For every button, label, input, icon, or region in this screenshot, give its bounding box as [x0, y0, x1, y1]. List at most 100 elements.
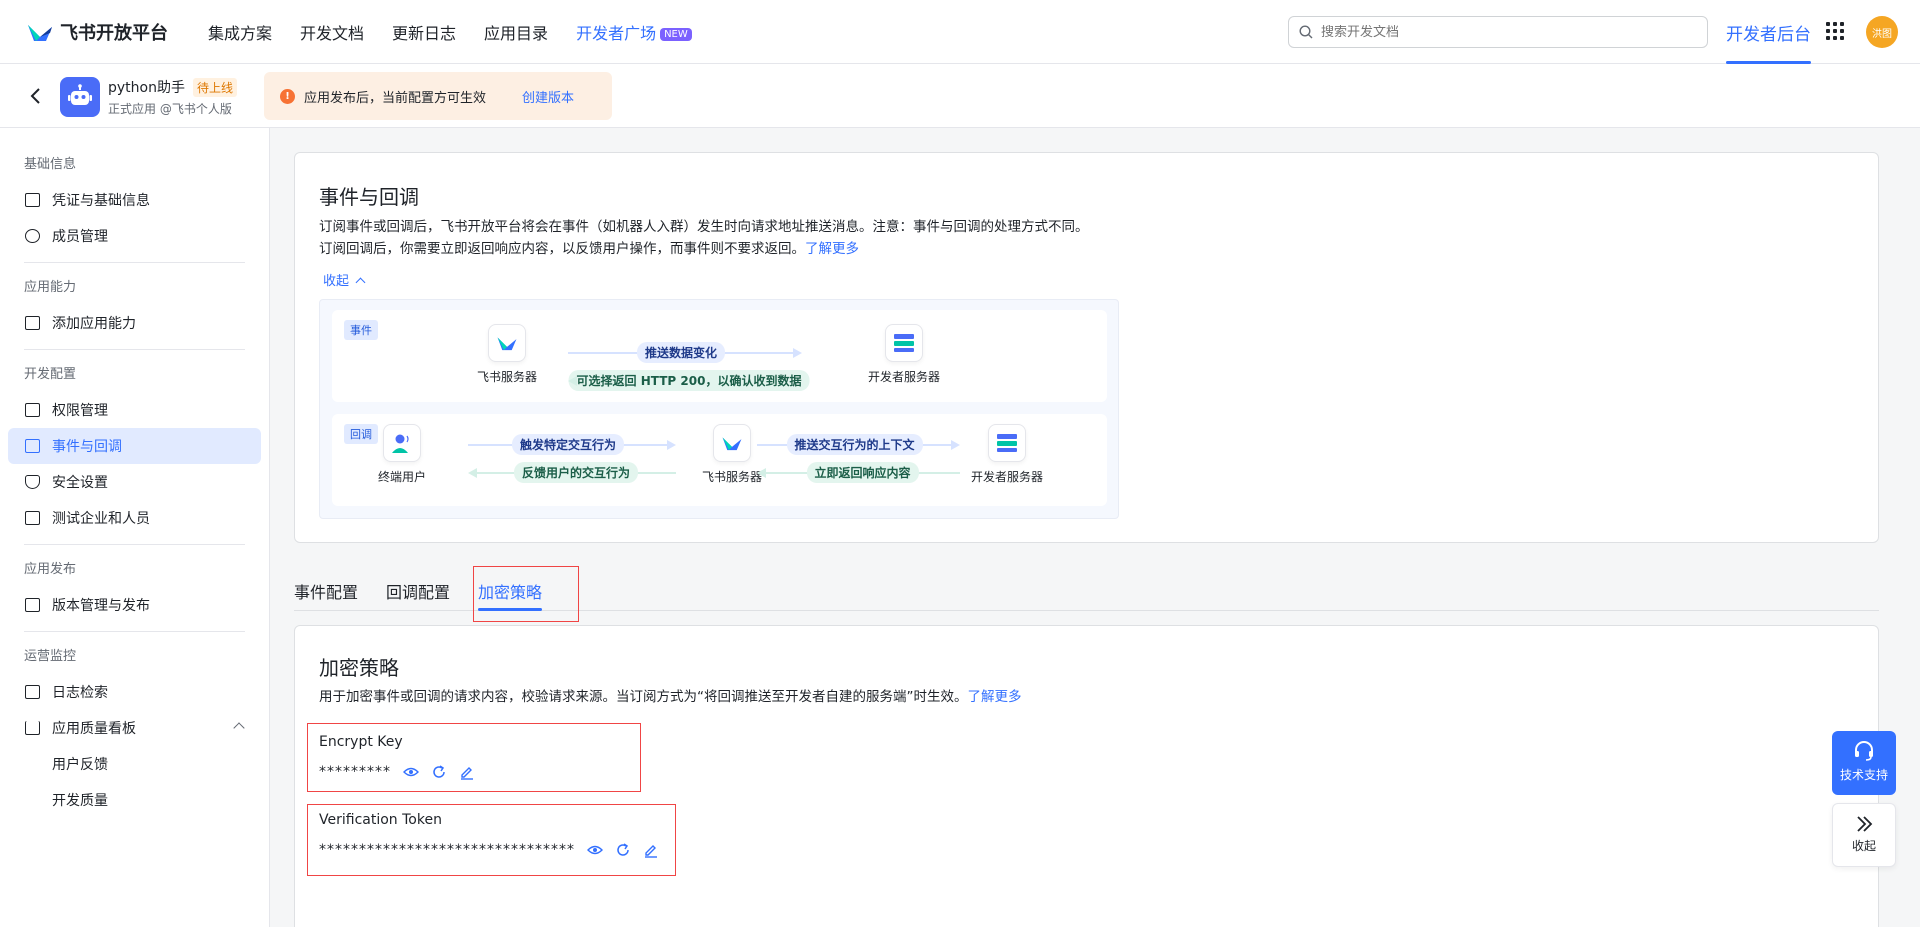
sidebar-item-test-enterprise[interactable]: 测试企业和人员 — [8, 500, 261, 536]
search-box[interactable] — [1288, 16, 1708, 48]
feishu-logo-icon — [26, 21, 54, 43]
push-context-arrow: 推送交互行为的上下文 — [757, 434, 960, 455]
search-icon — [1299, 25, 1313, 39]
highlight-box-verification-token — [307, 804, 676, 876]
developer-plaza-label: 开发者广场 — [576, 23, 657, 43]
highlight-box-encrypt-key — [307, 723, 641, 792]
learn-more-link[interactable]: 了解更多 — [805, 241, 859, 257]
double-chevron-right-icon — [1857, 816, 1873, 832]
release-notice: ! 应用发布后，当前配置方可生效 创建版本 — [264, 72, 612, 120]
sidebar-item-user-feedback[interactable]: 用户反馈 — [8, 746, 261, 782]
return-response-arrow: 立即返回响应内容 — [757, 462, 960, 483]
description-text: 用于加密事件或回调的请求内容，校验请求来源。当订阅方式为“将回调推送至开发者自建… — [319, 689, 968, 705]
credentials-icon — [25, 193, 40, 207]
event-add-icon — [25, 439, 40, 453]
create-version-link[interactable]: 创建版本 — [522, 87, 574, 106]
new-badge: NEW — [660, 27, 692, 41]
feishu-logo-icon — [713, 424, 751, 462]
bar-chart-icon — [25, 721, 40, 735]
back-arrow-icon[interactable] — [26, 86, 46, 106]
encryption-description: 用于加密事件或回调的请求内容，校验请求来源。当订阅方式为“将回调推送至开发者自建… — [319, 686, 1319, 708]
sidebar-item-quality-dashboard[interactable]: 应用质量看板 — [8, 710, 261, 746]
nav-item-docs[interactable]: 开发文档 — [300, 20, 364, 44]
sidebar-item-label: 测试企业和人员 — [52, 511, 150, 527]
robot-app-icon — [60, 77, 100, 117]
sidebar-group-release: 应用发布 — [24, 562, 77, 577]
server-icon — [988, 424, 1026, 462]
developer-console-link[interactable]: 开发者后台 — [1726, 0, 1811, 64]
tab-callback-config[interactable]: 回调配置 — [386, 579, 450, 603]
sidebar-item-label: 应用质量看板 — [52, 721, 136, 737]
avatar[interactable]: 洪图 — [1866, 16, 1898, 48]
arrow-label: 推送交互行为的上下文 — [786, 434, 923, 455]
chevron-up-icon[interactable] — [233, 722, 245, 734]
status-badge: 待上线 — [192, 78, 237, 97]
developer-console-label: 开发者后台 — [1726, 24, 1811, 45]
app-name: python助手 待上线 — [108, 77, 237, 97]
sidebar-item-dev-quality[interactable]: 开发质量 — [8, 782, 261, 818]
apps-add-icon — [25, 316, 40, 330]
sidebar-item-members[interactable]: 成员管理 — [8, 218, 261, 254]
tab-event-config[interactable]: 事件配置 — [294, 579, 358, 603]
node-label: 飞书服务器 — [476, 370, 537, 384]
search-input[interactable] — [1321, 24, 1691, 40]
arrow-label: 推送数据变化 — [636, 342, 726, 363]
developer-server-node: 开发者服务器 — [957, 424, 1057, 485]
node-label: 开发者服务器 — [867, 370, 940, 384]
sidebar-item-label: 安全设置 — [52, 475, 108, 491]
collapse-toggle[interactable]: 收起 — [323, 270, 366, 289]
sidebar-item-log-search[interactable]: 日志检索 — [8, 674, 261, 710]
tech-support-button[interactable]: 技术支持 — [1832, 731, 1896, 795]
nav-item-app-directory[interactable]: 应用目录 — [484, 20, 548, 44]
sidebar-group-capabilities: 应用能力 — [24, 280, 77, 295]
upload-icon — [25, 598, 40, 612]
description-line-1: 订阅事件或回调后，飞书开放平台将会在事件（如机器人入群）发生时向请求地址推送消息… — [319, 219, 1089, 235]
sidebar-item-label: 事件与回调 — [52, 439, 122, 455]
headset-icon — [1855, 741, 1873, 761]
sidebar-group-dev-config: 开发配置 — [24, 367, 77, 382]
arrow-label: 可选择返回 HTTP 200，以确认收到数据 — [568, 370, 810, 391]
feishu-logo-icon — [488, 324, 526, 362]
sidebar-item-security[interactable]: 安全设置 — [8, 464, 261, 500]
sidebar: 基础信息 凭证与基础信息 成员管理 应用能力 添加应用能力 开发配置 权限管理 … — [0, 128, 270, 927]
logo[interactable]: 飞书开放平台 — [26, 19, 208, 45]
arrow-label: 立即返回响应内容 — [806, 462, 919, 483]
collapse-label: 收起 — [1851, 839, 1876, 853]
node-label: 飞书服务器 — [701, 470, 762, 484]
lock-icon — [25, 403, 40, 417]
sidebar-item-label: 权限管理 — [52, 403, 108, 419]
sidebar-group-basic: 基础信息 — [24, 157, 77, 172]
notice-text: 应用发布后，当前配置方可生效 — [304, 90, 487, 106]
nav-item-developer-plaza[interactable]: 开发者广场 NEW — [576, 20, 692, 44]
sidebar-item-label: 版本管理与发布 — [52, 598, 150, 614]
trigger-arrow: 触发特定交互行为 — [468, 434, 676, 455]
sidebar-item-versions[interactable]: 版本管理与发布 — [8, 587, 261, 623]
flow-diagram: 事件 飞书服务器 推送数据变化 可选择返回 HTTP 200，以确认收到数据 开… — [319, 299, 1119, 519]
sidebar-item-credentials[interactable]: 凭证与基础信息 — [8, 182, 261, 218]
sidebar-item-label: 用户反馈 — [52, 757, 108, 773]
nav-item-solutions[interactable]: 集成方案 — [208, 20, 272, 44]
description-line-2: 订阅回调后，你需要立即返回响应内容，以反馈用户操作，而事件则不要求返回。 — [319, 241, 805, 257]
logo-text: 飞书开放平台 — [60, 22, 168, 44]
sidebar-item-events[interactable]: 事件与回调 — [8, 428, 261, 464]
sidebar-item-permissions[interactable]: 权限管理 — [8, 392, 261, 428]
arrow-label: 触发特定交互行为 — [511, 434, 625, 455]
nav-item-changelog[interactable]: 更新日志 — [392, 20, 456, 44]
user-add-icon — [25, 229, 40, 243]
node-label: 开发者服务器 — [970, 470, 1043, 484]
shield-icon — [25, 475, 40, 489]
feishu-server-node: 飞书服务器 — [682, 424, 782, 485]
end-user-node: 终端用户 — [352, 424, 452, 485]
developer-server-node: 开发者服务器 — [854, 324, 954, 385]
sidebar-item-add-capability[interactable]: 添加应用能力 — [8, 305, 261, 341]
collapse-float-button[interactable]: 收起 — [1832, 803, 1896, 867]
feishu-server-node: 飞书服务器 — [457, 324, 557, 385]
sidebar-group-monitoring: 运营监控 — [24, 649, 77, 664]
log-search-icon — [25, 685, 40, 699]
tech-support-label: 技术支持 — [1839, 768, 1888, 782]
apps-grid-icon[interactable] — [1826, 22, 1844, 40]
events-callbacks-card: 事件与回调 订阅事件或回调后，飞书开放平台将会在事件（如机器人入群）发生时向请求… — [294, 152, 1879, 543]
highlight-box-tab — [473, 566, 579, 622]
learn-more-link[interactable]: 了解更多 — [968, 689, 1022, 705]
app-name-text: python助手 — [108, 80, 185, 96]
